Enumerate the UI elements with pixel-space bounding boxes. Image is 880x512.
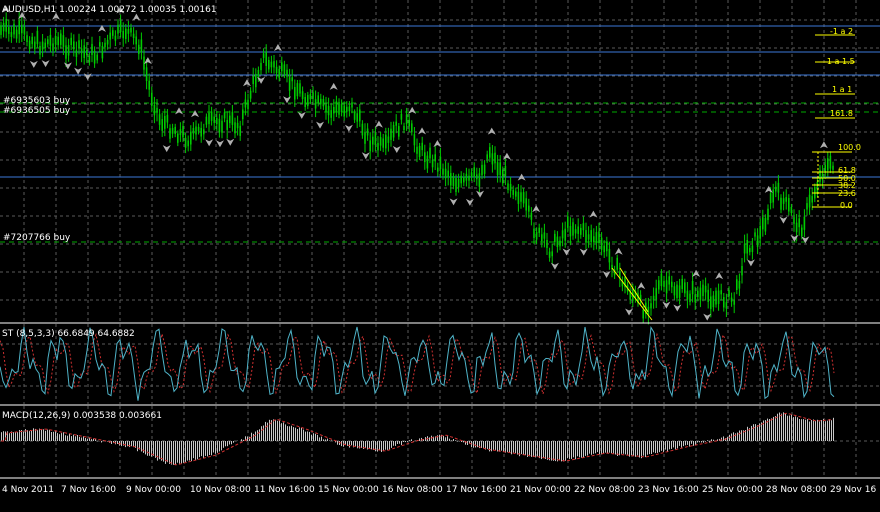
time-label: 11 Nov 16:00 <box>254 485 315 495</box>
main-price-panel[interactable]: -1 a 2 -1 a 1.5 1 a 1 161.8 100.0 61.8 5… <box>0 0 880 325</box>
order-label-7207766: #7207766 buy <box>3 233 71 243</box>
time-label: 4 Nov 2011 <box>2 485 54 495</box>
time-label: 21 Nov 00:00 <box>510 485 571 495</box>
stochastic-label: ST (8,5,3,3) 66.6849 64.6882 <box>2 329 135 339</box>
time-label: 22 Nov 08:00 <box>574 485 635 495</box>
time-label: 7 Nov 16:00 <box>61 485 116 495</box>
stochastic-panel[interactable]: ST (8,5,3,3) 66.6849 64.6882 <box>0 324 880 404</box>
macd-signal-line <box>1 412 834 466</box>
time-label: 23 Nov 16:00 <box>638 485 699 495</box>
fib-expansion-label: -1 a 1.5 <box>824 57 855 66</box>
stochastic-signal-line <box>0 332 835 396</box>
time-axis[interactable]: 4 Nov 2011 7 Nov 16:00 9 Nov 00:00 10 No… <box>2 485 876 495</box>
fib-expansion-label: 161.8 <box>830 109 853 118</box>
symbol-header: AUDUSD,H1 1.00224 1.00272 1.00035 1.0016… <box>2 5 217 15</box>
time-label: 17 Nov 16:00 <box>446 485 507 495</box>
time-label: 16 Nov 08:00 <box>382 485 443 495</box>
time-label: 15 Nov 00:00 <box>318 485 379 495</box>
macd-label: MACD(12,26,9) 0.003538 0.003661 <box>2 411 162 421</box>
time-label: 28 Nov 08:00 <box>766 485 827 495</box>
fib-label: 100.0 <box>838 143 861 152</box>
time-label: 29 Nov 16 <box>830 485 876 495</box>
order-label-6936505: #6936505 buy <box>3 106 71 116</box>
fib-label: 23.6 <box>838 189 856 198</box>
time-label: 25 Nov 00:00 <box>702 485 763 495</box>
fib-expansion-label: 1 a 1 <box>832 85 852 94</box>
chart-window[interactable]: -1 a 2 -1 a 1.5 1 a 1 161.8 100.0 61.8 5… <box>0 0 880 512</box>
macd-panel[interactable]: MACD(12,26,9) 0.003538 0.003661 <box>0 406 880 477</box>
fib-expansion-label: -1 a 2 <box>830 27 853 36</box>
stochastic-grid <box>23 324 857 404</box>
time-label: 9 Nov 00:00 <box>126 485 181 495</box>
time-label: 10 Nov 08:00 <box>190 485 251 495</box>
fib-label: 0.0 <box>840 201 853 210</box>
order-label-6935603: #6935603 buy <box>3 96 71 106</box>
